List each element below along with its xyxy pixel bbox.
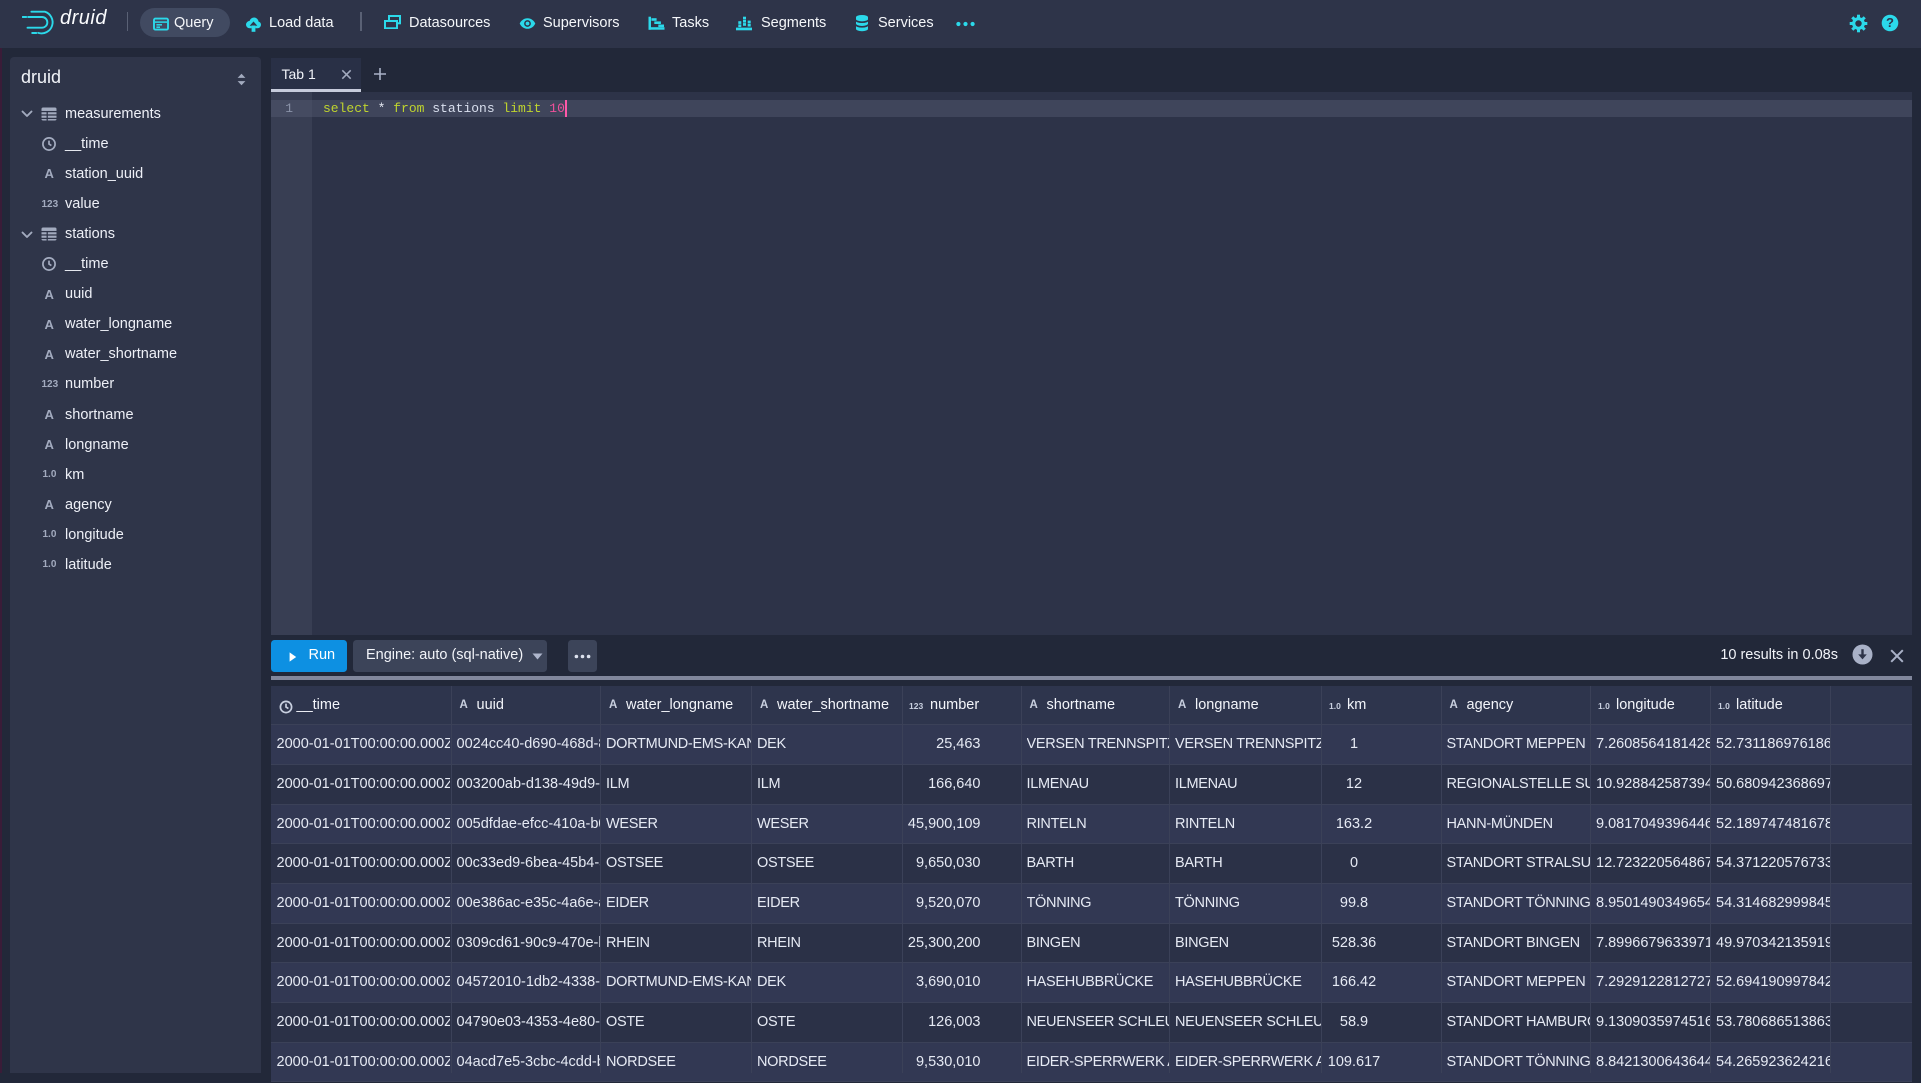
svg-text:?: ? xyxy=(1886,15,1894,30)
